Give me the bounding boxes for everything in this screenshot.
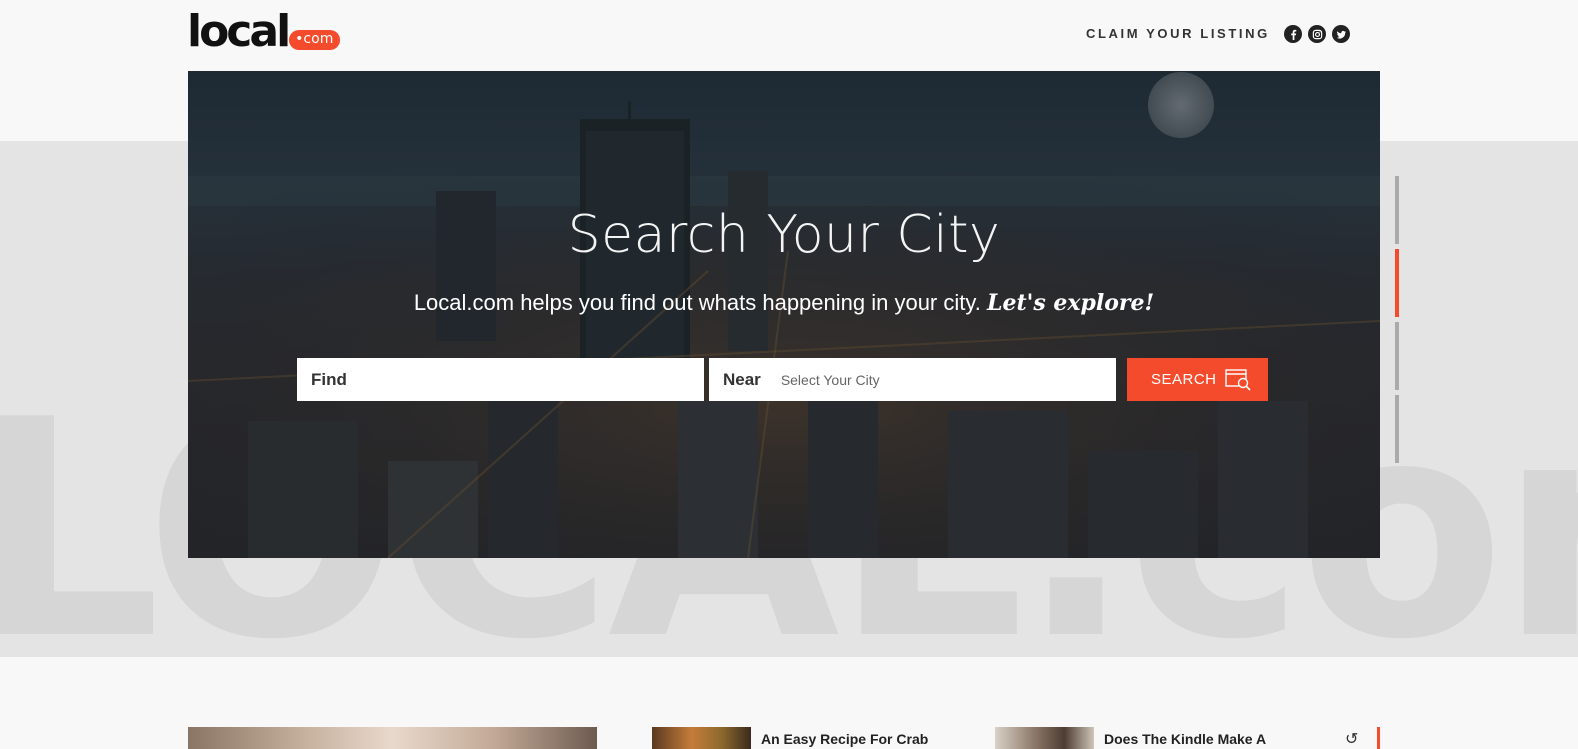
hero-banner: Search Your City Local.com helps you fin… — [188, 71, 1380, 558]
instagram-icon[interactable] — [1308, 25, 1326, 43]
article-image[interactable] — [188, 727, 597, 749]
near-label: Near — [723, 369, 761, 389]
article-title[interactable]: Does The Kindle Make A — [1104, 731, 1266, 747]
logo-suffix: •com — [289, 30, 341, 50]
slider-navigation — [1395, 176, 1399, 468]
hero-subtitle: Local.com helps you find out whats happe… — [188, 290, 1380, 316]
hero-title: Search Your City — [567, 205, 1001, 265]
accent-divider — [1377, 727, 1380, 749]
near-input[interactable] — [760, 358, 1116, 401]
refresh-icon[interactable]: ↺ — [1345, 729, 1358, 749]
search-icon — [1224, 368, 1251, 391]
site-header: local •com CLAIM YOUR LISTING — [0, 0, 1578, 70]
search-button-label: SEARCH — [1151, 371, 1217, 388]
social-links — [1284, 25, 1350, 43]
article-image[interactable] — [652, 727, 751, 749]
slider-dot[interactable] — [1395, 249, 1399, 317]
slider-dot[interactable] — [1395, 176, 1399, 244]
slider-dot[interactable] — [1395, 395, 1399, 463]
article-image[interactable] — [995, 727, 1094, 749]
site-logo[interactable]: local •com — [187, 6, 341, 57]
find-input[interactable] — [346, 358, 704, 401]
facebook-icon[interactable] — [1284, 25, 1302, 43]
twitter-icon[interactable] — [1332, 25, 1350, 43]
hero-subtitle-text: Local.com helps you find out whats happe… — [413, 290, 981, 315]
logo-word: local — [187, 6, 291, 57]
slider-dot[interactable] — [1395, 322, 1399, 390]
find-field[interactable]: Find — [297, 358, 704, 401]
near-field[interactable]: Near — [709, 358, 1116, 401]
find-label: Find — [311, 369, 347, 389]
search-button[interactable]: SEARCH — [1127, 358, 1268, 401]
claim-listing-link[interactable]: CLAIM YOUR LISTING — [1086, 26, 1270, 41]
hero-subtitle-emphasis: Let's explore! — [986, 290, 1155, 316]
article-title[interactable]: An Easy Recipe For Crab — [761, 731, 928, 747]
